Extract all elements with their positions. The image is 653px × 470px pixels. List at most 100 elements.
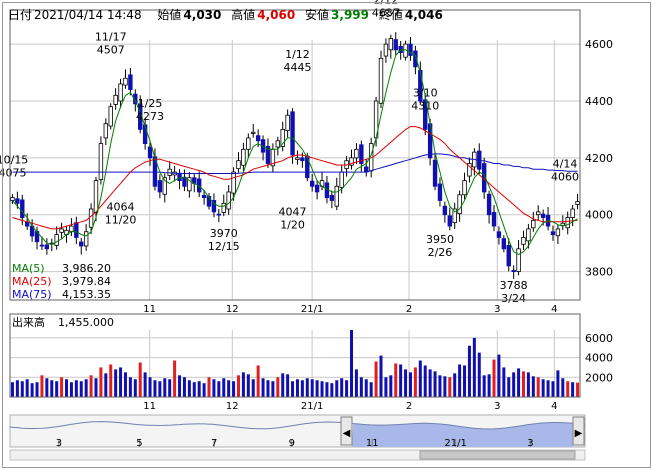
ma-legend-label: MA(5) [12, 262, 45, 275]
annotation-label: 3/10 [413, 87, 438, 100]
candle-up [123, 77, 128, 86]
volume-bar [202, 383, 206, 397]
chart-container: 3800 4000 4200 4400 4600 10/15 4075 11/17 4507 1/… [0, 0, 653, 470]
volume-bar [89, 375, 93, 397]
high-value: 4,060 [257, 8, 296, 22]
volume-x-tick: 4 [551, 401, 557, 412]
candle-down [147, 146, 153, 159]
candle-down [447, 215, 452, 227]
volume-bar [232, 381, 236, 397]
volume-bar [25, 379, 29, 397]
overview-tick-label: 3 [527, 438, 533, 449]
volume-bar [340, 378, 344, 397]
volume-bar [463, 365, 467, 397]
volume-bar [65, 379, 69, 397]
low-value: 3,999 [331, 8, 370, 22]
candle-up [457, 194, 462, 214]
volume-bar [300, 380, 304, 397]
candle-up [378, 57, 384, 104]
candle-down [24, 221, 30, 227]
overview-tick-label: 11 [366, 438, 379, 449]
candle-down [491, 212, 497, 227]
volume-bar [443, 376, 447, 397]
volume-bar [143, 372, 147, 397]
candle-down [309, 180, 315, 187]
volume-bar [467, 345, 471, 397]
volume-bar [364, 379, 368, 397]
candle-up [113, 94, 118, 105]
candle-down [550, 231, 556, 236]
volume-bar [30, 383, 34, 397]
volume-bar [399, 364, 403, 397]
volume-bar [20, 381, 24, 397]
volume-bar [123, 372, 127, 397]
volume-bar [389, 375, 393, 397]
volume-bar [173, 360, 177, 397]
volume-bar [15, 380, 19, 397]
candle-down [442, 205, 448, 216]
price-x-tick: 3 [494, 304, 500, 315]
volume-bar [222, 378, 226, 397]
price-x-tick: 12 [226, 304, 239, 315]
close-label: 終値 [378, 8, 403, 22]
overview-tick-label: 9 [289, 438, 295, 449]
volume-bar [315, 380, 319, 397]
volume-bar [536, 377, 540, 397]
volume-bar [359, 377, 363, 397]
volume-bar [576, 382, 580, 397]
annotation-value: 12/15 [208, 240, 240, 253]
candle-up [93, 180, 99, 213]
annotation-label: 3788 [500, 279, 528, 292]
annotation-label: 1/25 [138, 97, 163, 110]
scrollbar-thumb[interactable] [419, 450, 576, 460]
candle-up [516, 248, 521, 272]
annotation-value: 4273 [136, 110, 164, 123]
candle-up [108, 106, 113, 127]
stock-chart[interactable]: 3800 4000 4200 4400 4600 10/154075 11/174507 1/… [0, 0, 653, 470]
candle-up [69, 225, 74, 232]
volume-bar [320, 381, 324, 397]
volume-tick-label: 6000 [585, 332, 613, 345]
volume-bar [551, 381, 555, 397]
volume-bar [408, 372, 412, 397]
price-tick-label: 4400 [585, 95, 613, 108]
annotation-label: 3970 [210, 227, 238, 240]
volume-bar [379, 355, 383, 397]
date-label: 日付 [8, 8, 33, 22]
volume-bar [281, 373, 285, 397]
price-panel: 3800 4000 4200 4400 4600 10/154075 11/174507 1/… [0, 0, 613, 315]
candle-up [560, 222, 566, 226]
candle-up [98, 143, 104, 180]
annotation-value: 2/26 [428, 246, 453, 259]
volume-bar [453, 373, 457, 397]
candle-down [300, 157, 305, 162]
overview-panel[interactable]: ◀ ▶ 3 5 7 9 11 21/1 3 [9, 414, 586, 461]
volume-bar [104, 373, 108, 397]
close-value: 4,046 [404, 8, 443, 22]
candle-down [486, 193, 492, 216]
volume-bar [350, 329, 354, 397]
candle-up [388, 38, 394, 51]
volume-panel: 2000 4000 6000 出来高 1,455.000 11 12 21/1 2 3 4 [9, 313, 613, 412]
annotation-value: 1/20 [280, 218, 305, 231]
candle-up [295, 157, 300, 160]
volume-bar [192, 382, 196, 397]
annotation-label: 1/12 [285, 48, 310, 61]
volume-bar [212, 379, 216, 397]
volume-bar [261, 378, 265, 397]
ma-legend-label: MA(75) [12, 288, 52, 301]
candle-up [565, 217, 570, 229]
volume-bar [163, 378, 167, 397]
volume-bar [178, 375, 182, 397]
candle-up [462, 180, 467, 196]
volume-bar [40, 375, 44, 397]
price-x-tick: 4 [551, 304, 557, 315]
candle-up [221, 202, 226, 213]
volume-bar [256, 365, 260, 397]
volume-bar [148, 377, 152, 397]
volume-bar [369, 382, 373, 397]
volume-bar [50, 380, 54, 397]
candle-down [540, 213, 546, 218]
volume-bar [335, 380, 339, 397]
volume-bar [526, 372, 530, 397]
